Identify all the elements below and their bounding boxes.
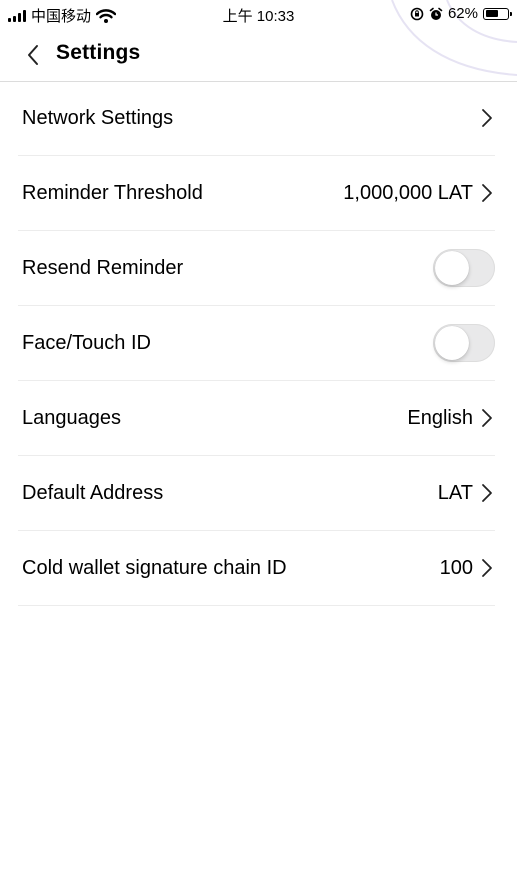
face-touch-id-row: Face/Touch ID bbox=[18, 306, 495, 381]
cold-wallet-chain-id-label: Cold wallet signature chain ID bbox=[22, 556, 287, 579]
settings-list: Network Settings Reminder Threshold 1,00… bbox=[18, 81, 495, 606]
resend-reminder-toggle[interactable] bbox=[433, 249, 495, 287]
battery-level-fill bbox=[485, 10, 498, 17]
chevron-right-icon bbox=[482, 484, 492, 502]
languages-value: English bbox=[407, 406, 473, 429]
toggle-knob bbox=[435, 251, 469, 285]
status-bar-right: 62% bbox=[410, 5, 512, 22]
network-settings-row[interactable]: Network Settings bbox=[18, 81, 495, 156]
battery-percent: 62% bbox=[447, 5, 478, 22]
chevron-left-icon bbox=[28, 45, 38, 65]
face-touch-id-toggle[interactable] bbox=[433, 324, 495, 362]
row-right: 100 bbox=[440, 557, 495, 580]
cold-wallet-chain-id-row[interactable]: Cold wallet signature chain ID 100 bbox=[18, 531, 495, 606]
reminder-threshold-row[interactable]: Reminder Threshold 1,000,000 LAT bbox=[18, 156, 495, 231]
default-address-label: Default Address bbox=[22, 481, 164, 504]
chevron-right-icon bbox=[482, 184, 492, 202]
toggle-knob bbox=[435, 326, 469, 360]
languages-label: Languages bbox=[22, 406, 121, 429]
resend-reminder-row: Resend Reminder bbox=[18, 231, 495, 306]
alarm-icon bbox=[429, 7, 443, 20]
chevron-right-icon bbox=[482, 109, 492, 127]
resend-reminder-label: Resend Reminder bbox=[22, 256, 184, 279]
chevron-right-icon bbox=[482, 409, 492, 427]
default-address-row[interactable]: Default Address LAT bbox=[18, 456, 495, 531]
navigation-bar: Settings bbox=[0, 28, 517, 82]
battery-icon bbox=[483, 7, 512, 20]
row-right: English bbox=[407, 407, 495, 430]
languages-row[interactable]: Languages English bbox=[18, 381, 495, 456]
reminder-threshold-label: Reminder Threshold bbox=[22, 181, 203, 204]
status-bar: 中国移动 上午 10:33 62% bbox=[0, 0, 517, 28]
cold-wallet-chain-id-value: 100 bbox=[439, 556, 473, 579]
face-touch-id-label: Face/Touch ID bbox=[22, 331, 151, 354]
row-right bbox=[479, 107, 495, 129]
reminder-threshold-value: 1,000,000 LAT bbox=[343, 181, 473, 204]
rotation-lock-icon bbox=[410, 7, 424, 20]
page-title: Settings bbox=[56, 41, 141, 64]
default-address-value: LAT bbox=[437, 481, 473, 504]
row-right: 1,000,000 LAT bbox=[343, 182, 495, 205]
chevron-right-icon bbox=[482, 559, 492, 577]
back-button[interactable] bbox=[18, 40, 48, 70]
row-right: LAT bbox=[438, 482, 495, 505]
network-settings-label: Network Settings bbox=[22, 106, 174, 129]
